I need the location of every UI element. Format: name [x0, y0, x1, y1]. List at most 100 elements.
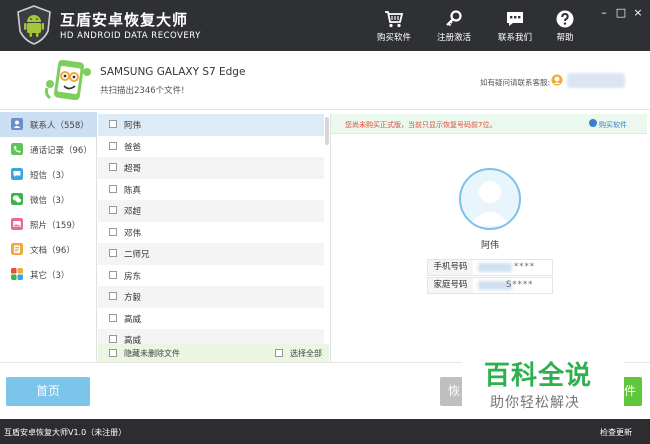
- list-item[interactable]: 超哥: [98, 157, 324, 179]
- sidebar-item-label: 照片（159）: [30, 221, 81, 231]
- row-checkbox[interactable]: [109, 292, 117, 300]
- list-item[interactable]: 方毅: [98, 286, 324, 308]
- row-checkbox[interactable]: [109, 313, 117, 322]
- document-icon: [11, 243, 23, 255]
- watermark-subtitle: 助你轻松解决: [490, 395, 580, 411]
- contact-name-cell: 爸爸: [124, 142, 142, 153]
- chat-icon: [507, 12, 523, 26]
- list-item[interactable]: 二师兄: [98, 243, 324, 265]
- row-checkbox[interactable]: [109, 120, 117, 128]
- watermark-title: 百科全说: [484, 361, 593, 391]
- list-item[interactable]: 邓伟: [98, 222, 324, 244]
- field-value: S****: [506, 280, 534, 290]
- row-checkbox[interactable]: [109, 270, 117, 279]
- contact-name-cell: 邓超: [124, 207, 142, 217]
- sms-icon: [11, 168, 23, 180]
- watermark: 百科全说 助你轻松解决: [462, 352, 624, 422]
- device-header: SAMSUNG GALAXY S7 Edge 共扫描出2346个文件! 如有疑问…: [0, 51, 650, 110]
- list-item[interactable]: 房东: [98, 265, 324, 287]
- contact-name-cell: 阿伟: [124, 121, 142, 131]
- list-item[interactable]: 陈真: [98, 179, 324, 201]
- list-scrollbar[interactable]: [325, 117, 329, 145]
- info-icon: [589, 119, 597, 127]
- register-label: 注册激活: [436, 33, 471, 43]
- app-title: 互盾安卓恢复大师: [60, 11, 189, 29]
- buy-software-button[interactable]: 购买软件: [369, 10, 419, 43]
- title-bar: 互盾安卓恢复大师 HD ANDROID DATA RECOVERY 购买软件 注…: [0, 0, 650, 51]
- row-checkbox[interactable]: [109, 249, 117, 257]
- row-checkbox[interactable]: [109, 206, 117, 214]
- field-value: ****: [514, 262, 535, 272]
- field-label: 手机号码: [428, 260, 473, 275]
- help-button[interactable]: 帮助: [540, 10, 590, 43]
- mobile-number-field: 手机号码 ****: [427, 259, 553, 276]
- key-icon: [446, 10, 462, 27]
- sidebar-item-other[interactable]: 其它（3）: [0, 262, 97, 287]
- contact-name-cell: 超哥: [124, 164, 142, 174]
- wechat-icon: [11, 193, 23, 205]
- buy-software-link[interactable]: 购买软件: [599, 120, 627, 130]
- sidebar-item-label: 其它（3）: [30, 271, 70, 281]
- other-icon: [11, 268, 23, 280]
- contact-name-cell: 房东: [124, 271, 142, 282]
- contact-name-cell: 邓伟: [124, 228, 142, 239]
- contacts-icon: [11, 118, 23, 130]
- version-text: 互盾安卓恢复大师V1.0（未注册）: [4, 428, 127, 437]
- contact-name: 阿伟: [480, 241, 499, 251]
- device-model: SAMSUNG GALAXY S7 Edge: [100, 66, 246, 78]
- scan-summary: 共扫描出2346个文件!: [100, 86, 185, 96]
- row-checkbox[interactable]: [109, 335, 117, 343]
- sidebar-item-call-log[interactable]: 通话记录（96）: [0, 137, 97, 162]
- field-label: 家庭号码: [428, 278, 473, 293]
- trial-notice-bar: 您尚未购买正式版，当前只显示恢复号码前7位。 购买软件: [331, 114, 647, 134]
- redacted-digits: [478, 263, 512, 272]
- app-subtitle: HD ANDROID DATA RECOVERY: [60, 31, 201, 41]
- sidebar-item-label: 微信（3）: [30, 196, 70, 206]
- hide-deleted-label: 隐藏未删除文件: [124, 349, 180, 358]
- phone-character-icon: [44, 59, 91, 101]
- contact-name-cell: 方毅: [124, 293, 142, 303]
- list-footer: 隐藏未删除文件 选择全部: [98, 344, 329, 362]
- contact-us-button[interactable]: 联系我们: [490, 10, 540, 43]
- sidebar-item-label: 短信（3）: [30, 171, 70, 181]
- sidebar-item-sms[interactable]: 短信（3）: [0, 162, 97, 187]
- sidebar-item-photos[interactable]: 照片（159）: [0, 212, 97, 237]
- sidebar-item-documents[interactable]: 文档（96）: [0, 237, 97, 262]
- help-icon: [556, 10, 574, 28]
- minimize-button[interactable]: –: [597, 6, 611, 19]
- list-item[interactable]: 邓超: [98, 200, 324, 222]
- status-bar: 互盾安卓恢复大师V1.0（未注册） 检查更新: [0, 419, 650, 444]
- select-all-label: 选择全部: [290, 349, 322, 358]
- select-all-checkbox[interactable]: [275, 349, 283, 357]
- contact-detail-panel: 您尚未购买正式版，当前只显示恢复号码前7位。 购买软件 阿伟 手机号码 ****…: [330, 114, 647, 362]
- contact-name-cell: 高威: [124, 314, 142, 325]
- call-log-icon: [11, 143, 23, 155]
- list-item[interactable]: 高威: [98, 308, 324, 330]
- row-checkbox[interactable]: [109, 184, 117, 193]
- sidebar-item-contacts[interactable]: 联系人（558）: [0, 112, 97, 137]
- maximize-button[interactable]: □: [614, 6, 628, 19]
- row-checkbox[interactable]: [109, 141, 117, 150]
- register-button[interactable]: 注册激活: [429, 10, 479, 43]
- home-button[interactable]: 首页: [6, 377, 90, 406]
- customer-service-icon[interactable]: [551, 74, 563, 86]
- row-checkbox[interactable]: [109, 227, 117, 236]
- check-update-link[interactable]: 检查更新: [600, 427, 632, 438]
- close-button[interactable]: ×: [631, 6, 645, 19]
- contact-list: 阿伟 爸爸 超哥 陈真 邓超 邓伟 二师兄 房东 方毅 高威 高威: [98, 114, 326, 351]
- sidebar-item-label: 通话记录（96）: [30, 146, 92, 156]
- sidebar-item-wechat[interactable]: 微信（3）: [0, 187, 97, 212]
- hide-deleted-checkbox[interactable]: [109, 349, 117, 357]
- row-checkbox[interactable]: [109, 163, 117, 171]
- cart-icon: [385, 11, 404, 28]
- home-number-field: 家庭号码 S****: [427, 277, 553, 294]
- trial-notice: 您尚未购买正式版，当前只显示恢复号码前7位。: [345, 121, 497, 129]
- help-label: 帮助: [556, 33, 574, 43]
- contact-name-cell: 陈真: [124, 185, 142, 196]
- list-item[interactable]: 爸爸: [98, 136, 324, 158]
- avatar: [459, 168, 521, 230]
- category-sidebar: 联系人（558） 通话记录（96） 短信（3） 微信（3） 照片（159） 文档…: [0, 112, 97, 362]
- list-item[interactable]: 阿伟: [98, 114, 324, 136]
- android-shield-logo: [17, 5, 51, 45]
- sidebar-item-label: 文档（96）: [30, 246, 75, 256]
